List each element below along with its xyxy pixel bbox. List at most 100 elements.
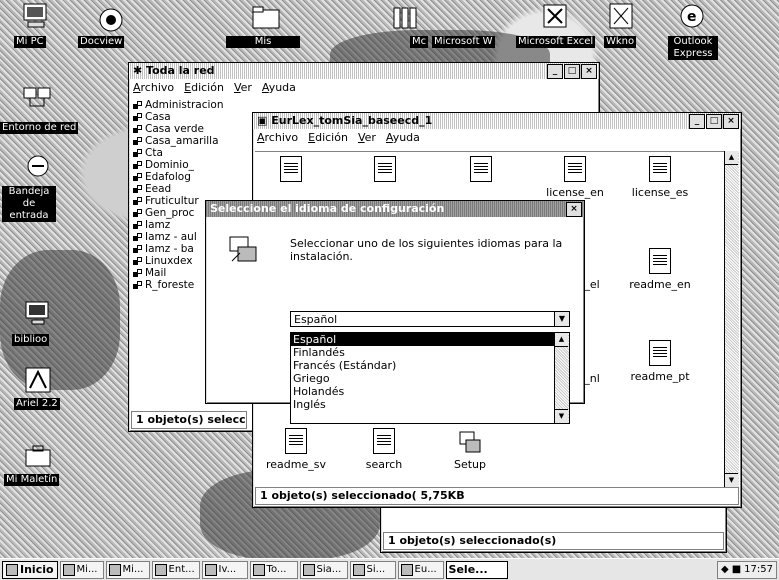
- menu-bar: Archivo Edición Ver Ayuda: [129, 79, 599, 96]
- language-list[interactable]: Español Finlandés Francés (Estándar) Gri…: [290, 332, 570, 424]
- close-button[interactable]: ×: [566, 202, 582, 217]
- taskbar-button[interactable]: Eu...: [397, 560, 444, 579]
- tree-item[interactable]: Casa_amarilla: [133, 135, 243, 147]
- file-item[interactable]: [261, 156, 321, 186]
- tree-item[interactable]: Eead: [133, 183, 243, 195]
- tree-item[interactable]: Edafolog: [133, 171, 243, 183]
- list-item[interactable]: Holandés: [291, 385, 569, 398]
- menu-bar: Archivo Edición Ver Ayuda: [253, 129, 741, 146]
- file-item[interactable]: search: [349, 428, 419, 471]
- menu-ver[interactable]: Ver: [234, 80, 252, 95]
- file-item[interactable]: readme_en: [615, 248, 705, 291]
- menu-ver[interactable]: Ver: [358, 130, 376, 145]
- minimize-button[interactable]: _: [689, 114, 705, 129]
- outlook-express-icon[interactable]: e: [676, 2, 708, 30]
- taskbar-button[interactable]: Si...: [349, 560, 396, 579]
- list-item[interactable]: Finlandés: [291, 346, 569, 359]
- maximize-button[interactable]: □: [564, 64, 580, 79]
- taskbar-button-label: Sele...: [448, 562, 488, 576]
- clock[interactable]: 17:57: [744, 562, 773, 578]
- svg-text:e: e: [687, 9, 697, 25]
- menu-edicion[interactable]: Edición: [308, 130, 348, 145]
- menu-ayuda[interactable]: Ayuda: [386, 130, 420, 145]
- minimize-button[interactable]: _: [547, 64, 563, 79]
- desktop-icon-label-microsoft-w[interactable]: Microsoft W: [432, 36, 495, 48]
- biblioo-icon[interactable]: [22, 300, 54, 328]
- scroll-up-button[interactable]: ▲: [555, 333, 568, 347]
- file-item[interactable]: [451, 156, 511, 186]
- toda-la-red-titlebar[interactable]: ✱ Toda la red _ □ ×: [129, 63, 599, 79]
- document-icon: [649, 248, 671, 274]
- tree-item[interactable]: Casa: [133, 111, 243, 123]
- close-button[interactable]: ×: [723, 114, 739, 129]
- tree-item[interactable]: Cta: [133, 147, 243, 159]
- desktop-icon-label-ariel[interactable]: Ariel 2.2: [14, 398, 60, 410]
- taskbar-button[interactable]: Ent...: [151, 560, 200, 579]
- tree-item[interactable]: Dominio_: [133, 159, 243, 171]
- taskbar-button[interactable]: Sia...: [299, 560, 348, 579]
- tree-item-label: Dominio_: [145, 159, 194, 171]
- desktop-icon-label-biblioo[interactable]: biblioo: [12, 334, 50, 346]
- tree-item-label: Iamz - aul: [145, 231, 197, 243]
- file-label: readme_pt: [630, 370, 690, 383]
- file-item[interactable]: readme_sv: [261, 428, 331, 471]
- start-button[interactable]: Inicio: [2, 560, 58, 579]
- docview-icon[interactable]: [95, 6, 127, 34]
- taskbar-button-active[interactable]: Sele...: [445, 560, 508, 579]
- list-scrollbar[interactable]: ▲ ▼: [554, 333, 569, 423]
- scroll-down-button[interactable]: ▼: [555, 409, 568, 423]
- network-neighborhood-icon[interactable]: [22, 84, 54, 112]
- scroll-down-button[interactable]: ▼: [725, 473, 738, 487]
- briefcase-icon[interactable]: [22, 442, 54, 470]
- menu-edicion[interactable]: Edición: [184, 80, 224, 95]
- eurlex-titlebar[interactable]: ▣ EurLex_tomSia_baseecd_1 _ □ ×: [253, 113, 741, 129]
- vertical-scrollbar[interactable]: ▲ ▼: [724, 151, 739, 487]
- file-item[interactable]: license_es: [615, 156, 705, 199]
- menu-ayuda[interactable]: Ayuda: [262, 80, 296, 95]
- taskbar-button[interactable]: Mi...: [105, 560, 150, 579]
- list-item[interactable]: Francés (Estándar): [291, 359, 569, 372]
- folder-icon[interactable]: [250, 4, 282, 32]
- speaker-icon[interactable]: ◆: [721, 562, 729, 578]
- desktop-icon-label-entorno-de-red[interactable]: Entorno de red: [0, 122, 79, 134]
- menu-archivo[interactable]: Archivo: [257, 130, 298, 145]
- close-button[interactable]: ×: [581, 64, 597, 79]
- scroll-up-button[interactable]: ▲: [725, 151, 738, 165]
- maximize-button[interactable]: □: [706, 114, 722, 129]
- desktop-icon-label-mi-pc[interactable]: Mi PC: [14, 36, 46, 48]
- list-item[interactable]: Griego: [291, 372, 569, 385]
- tree-item[interactable]: Casa verde: [133, 123, 243, 135]
- list-item[interactable]: Inglés: [291, 398, 569, 411]
- inbox-icon[interactable]: [22, 152, 54, 180]
- desktop-icon-label-wkno[interactable]: Wkno: [604, 36, 637, 48]
- network-tray-icon[interactable]: ■: [732, 562, 741, 578]
- desktop-icon-label-mc[interactable]: Mc: [410, 36, 429, 48]
- taskbar-button[interactable]: To...: [249, 560, 298, 579]
- desktop-icon-label-mi-maletin[interactable]: Mi Maletín: [4, 474, 60, 486]
- tree-item[interactable]: Administracion: [133, 99, 243, 111]
- tree-item-label: Iamz: [145, 219, 171, 231]
- start-label: Inicio: [20, 562, 54, 576]
- computer-icon[interactable]: [20, 2, 52, 30]
- taskbar-button-label: Eu...: [414, 563, 437, 575]
- desktop-icon-label-docview[interactable]: Docview: [78, 36, 125, 48]
- language-combo[interactable]: Español ▼: [290, 311, 570, 327]
- desktop-icon-label-outlook-express[interactable]: Outlook Express: [668, 36, 718, 60]
- wkno-icon[interactable]: [606, 2, 638, 30]
- list-item[interactable]: Español: [291, 333, 569, 346]
- dialog-titlebar[interactable]: Seleccione el idioma de configuración ×: [206, 201, 584, 217]
- books-icon[interactable]: [390, 4, 422, 32]
- desktop-icon-label-microsoft-excel[interactable]: Microsoft Excel: [516, 36, 596, 48]
- excel-icon[interactable]: [540, 2, 572, 30]
- taskbar-button[interactable]: Mi...: [59, 560, 104, 579]
- file-item[interactable]: readme_pt: [615, 340, 705, 383]
- file-item[interactable]: [355, 156, 415, 186]
- file-item[interactable]: license_en: [545, 156, 605, 199]
- file-item[interactable]: Setup: [435, 428, 505, 471]
- desktop-icon-label-mis[interactable]: Mis: [226, 36, 300, 48]
- taskbar-button[interactable]: Iv...: [201, 560, 248, 579]
- chevron-down-icon[interactable]: ▼: [554, 312, 569, 326]
- desktop-icon-label-bandeja-de-entrada[interactable]: Bandeja de entrada: [2, 186, 56, 222]
- menu-archivo[interactable]: Archivo: [133, 80, 174, 95]
- ariel-icon[interactable]: [22, 366, 54, 394]
